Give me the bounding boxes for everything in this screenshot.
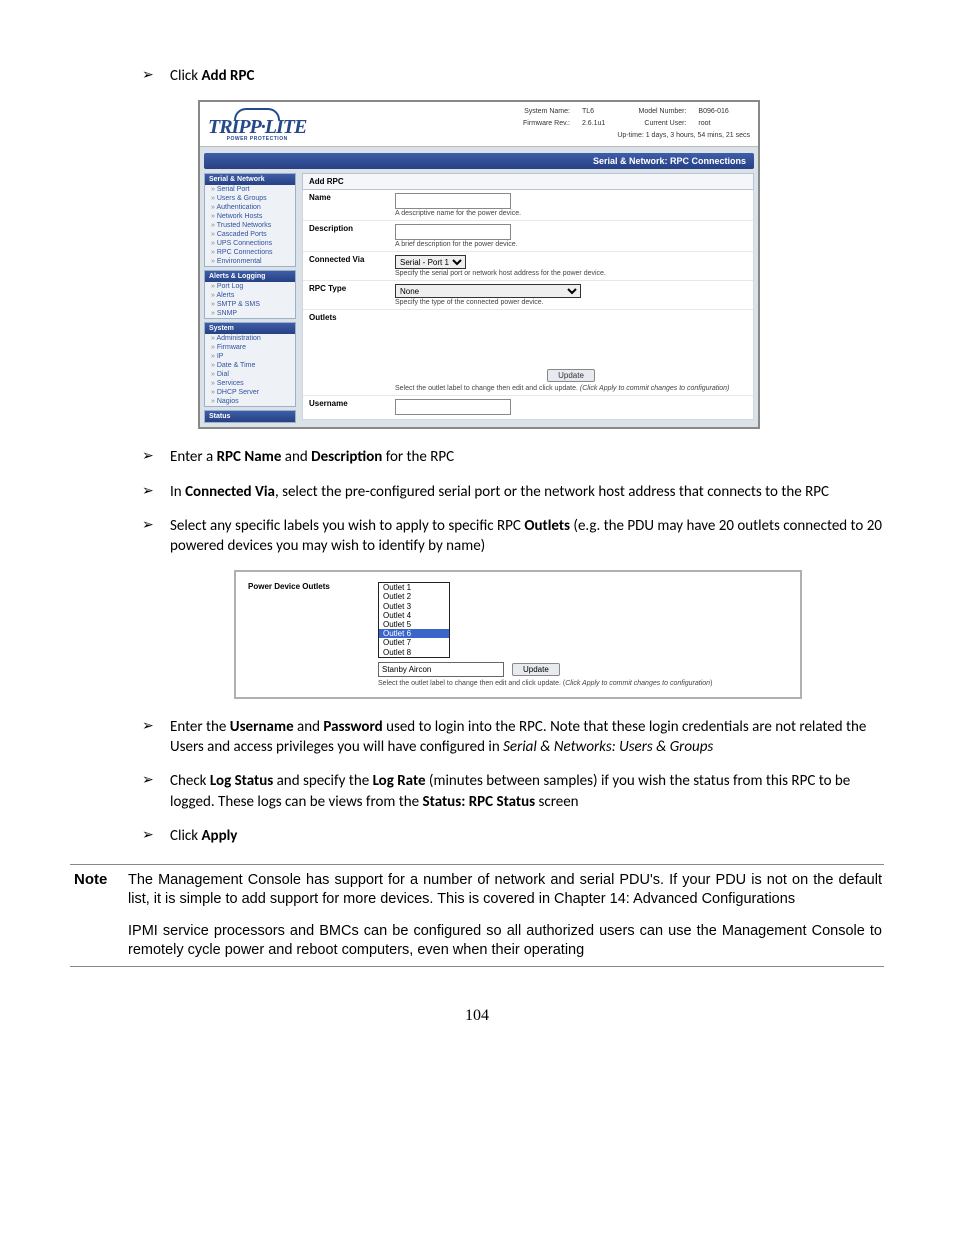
label-rpc-type: RPC Type — [309, 284, 395, 306]
panel-title: Add RPC — [302, 173, 754, 190]
sidebar-item[interactable]: Nagios — [205, 397, 295, 406]
sidebar-item[interactable]: Authentication — [205, 203, 295, 212]
bullet-arrow-icon: ➢ — [142, 771, 170, 788]
outlet-option[interactable]: Outlet 7 — [379, 638, 449, 647]
help-text: A descriptive name for the power device. — [395, 210, 521, 217]
step-click-add-rpc: ➢ Click Add RPC — [142, 66, 884, 86]
help-text: Select the outlet label to change then e… — [378, 680, 788, 687]
sidebar-item[interactable]: Services — [205, 379, 295, 388]
outlet-listbox[interactable]: Outlet 1Outlet 2Outlet 3Outlet 4Outlet 5… — [378, 582, 450, 658]
label-outlets: Outlets — [309, 313, 395, 392]
sidebar-item[interactable]: RPC Connections — [205, 248, 295, 257]
rpc-name-input[interactable] — [395, 193, 511, 209]
sidebar-item[interactable]: Alerts — [205, 291, 295, 300]
outlet-option[interactable]: Outlet 4 — [379, 611, 449, 620]
outlet-option[interactable]: Outlet 5 — [379, 620, 449, 629]
system-info: System Name:TL6 Model Number:B096-016 Fi… — [523, 108, 750, 142]
sidebar-item[interactable]: Port Log — [205, 282, 295, 291]
outlet-update-button[interactable]: Update — [512, 663, 560, 676]
outlet-label-input[interactable] — [378, 662, 504, 677]
help-text: Specify the type of the connected power … — [395, 299, 544, 306]
nav-header: System — [205, 323, 295, 334]
outlet-option[interactable]: Outlet 2 — [379, 592, 449, 601]
help-text: Select the outlet label to change then e… — [395, 385, 729, 392]
bullet-arrow-icon: ➢ — [142, 826, 170, 843]
sidebar-item[interactable]: Users & Groups — [205, 194, 295, 203]
sidebar-item[interactable]: Serial Port — [205, 185, 295, 194]
screenshot-rpc-console: TRIPP·LITE POWER PROTECTION System Name:… — [198, 100, 760, 429]
label-username: Username — [309, 399, 395, 416]
label-name: Name — [309, 193, 395, 217]
bullet-arrow-icon: ➢ — [142, 447, 170, 464]
sidebar-item[interactable]: Environmental — [205, 257, 295, 266]
label-connected-via: Connected Via — [309, 255, 395, 277]
note-paragraph: The Management Console has support for a… — [128, 871, 882, 910]
step-connected-via: ➢ In Connected Via, select the pre-confi… — [142, 482, 884, 502]
bullet-arrow-icon: ➢ — [142, 482, 170, 499]
sidebar-item[interactable]: SNMP — [205, 309, 295, 318]
sidebar-item[interactable]: DHCP Server — [205, 388, 295, 397]
rpc-username-input[interactable] — [395, 399, 511, 415]
step-enter-name: ➢ Enter a RPC Name and Description for t… — [142, 447, 884, 467]
bullet-arrow-icon: ➢ — [142, 717, 170, 734]
nav-header: Alerts & Logging — [205, 271, 295, 282]
sidebar-item[interactable]: IP — [205, 352, 295, 361]
sidebar-item[interactable]: Trusted Networks — [205, 221, 295, 230]
label-description: Description — [309, 224, 395, 248]
connected-via-select[interactable]: Serial - Port 1 — [395, 255, 466, 269]
sidebar-item[interactable]: UPS Connections — [205, 239, 295, 248]
step-username: ➢ Enter the Username and Password used t… — [142, 717, 884, 758]
help-text: A brief description for the power device… — [395, 241, 518, 248]
screenshot-power-outlets: Power Device Outlets Outlet 1Outlet 2Out… — [234, 570, 802, 699]
logo-subtitle: POWER PROTECTION — [227, 136, 288, 142]
rpc-type-select[interactable]: None — [395, 284, 581, 298]
page-title-bar: Serial & Network: RPC Connections — [204, 153, 754, 169]
outlet-option[interactable]: Outlet 8 — [379, 648, 449, 657]
nav-header: Serial & Network — [205, 174, 295, 185]
step-log-status: ➢ Check Log Status and specify the Log R… — [142, 771, 884, 812]
sidebar-item[interactable]: SMTP & SMS — [205, 300, 295, 309]
bullet-arrow-icon: ➢ — [142, 66, 170, 83]
step-click-apply: ➢ Click Apply — [142, 826, 884, 846]
outlet-option[interactable]: Outlet 3 — [379, 602, 449, 611]
sidebar-item[interactable]: Firmware — [205, 343, 295, 352]
sidebar-item[interactable]: Dial — [205, 370, 295, 379]
tripplite-logo: TRIPP·LITE — [208, 108, 306, 136]
text: Add RPC — [201, 67, 254, 85]
text: Click — [170, 67, 201, 85]
outlet-option[interactable]: Outlet 6 — [379, 629, 449, 638]
label-power-outlets: Power Device Outlets — [248, 582, 360, 687]
page-number: 104 — [70, 1007, 884, 1025]
rpc-description-input[interactable] — [395, 224, 511, 240]
nav-header: Status — [205, 411, 295, 422]
sidebar-item[interactable]: Cascaded Ports — [205, 230, 295, 239]
sidebar-item[interactable]: Network Hosts — [205, 212, 295, 221]
sidebar-item[interactable]: Date & Time — [205, 361, 295, 370]
bullet-arrow-icon: ➢ — [142, 516, 170, 533]
help-text: Specify the serial port or network host … — [395, 270, 606, 277]
note-label: Note — [70, 871, 128, 960]
step-outlets: ➢ Select any specific labels you wish to… — [142, 516, 884, 557]
sidebar: Serial & Network Serial Port Users & Gro… — [204, 173, 296, 423]
note-block: Note The Management Console has support … — [70, 864, 884, 967]
update-button[interactable]: Update — [547, 369, 595, 382]
sidebar-item[interactable]: Administration — [205, 334, 295, 343]
outlet-option[interactable]: Outlet 1 — [379, 583, 449, 592]
note-paragraph: IPMI service processors and BMCs can be … — [128, 922, 882, 961]
